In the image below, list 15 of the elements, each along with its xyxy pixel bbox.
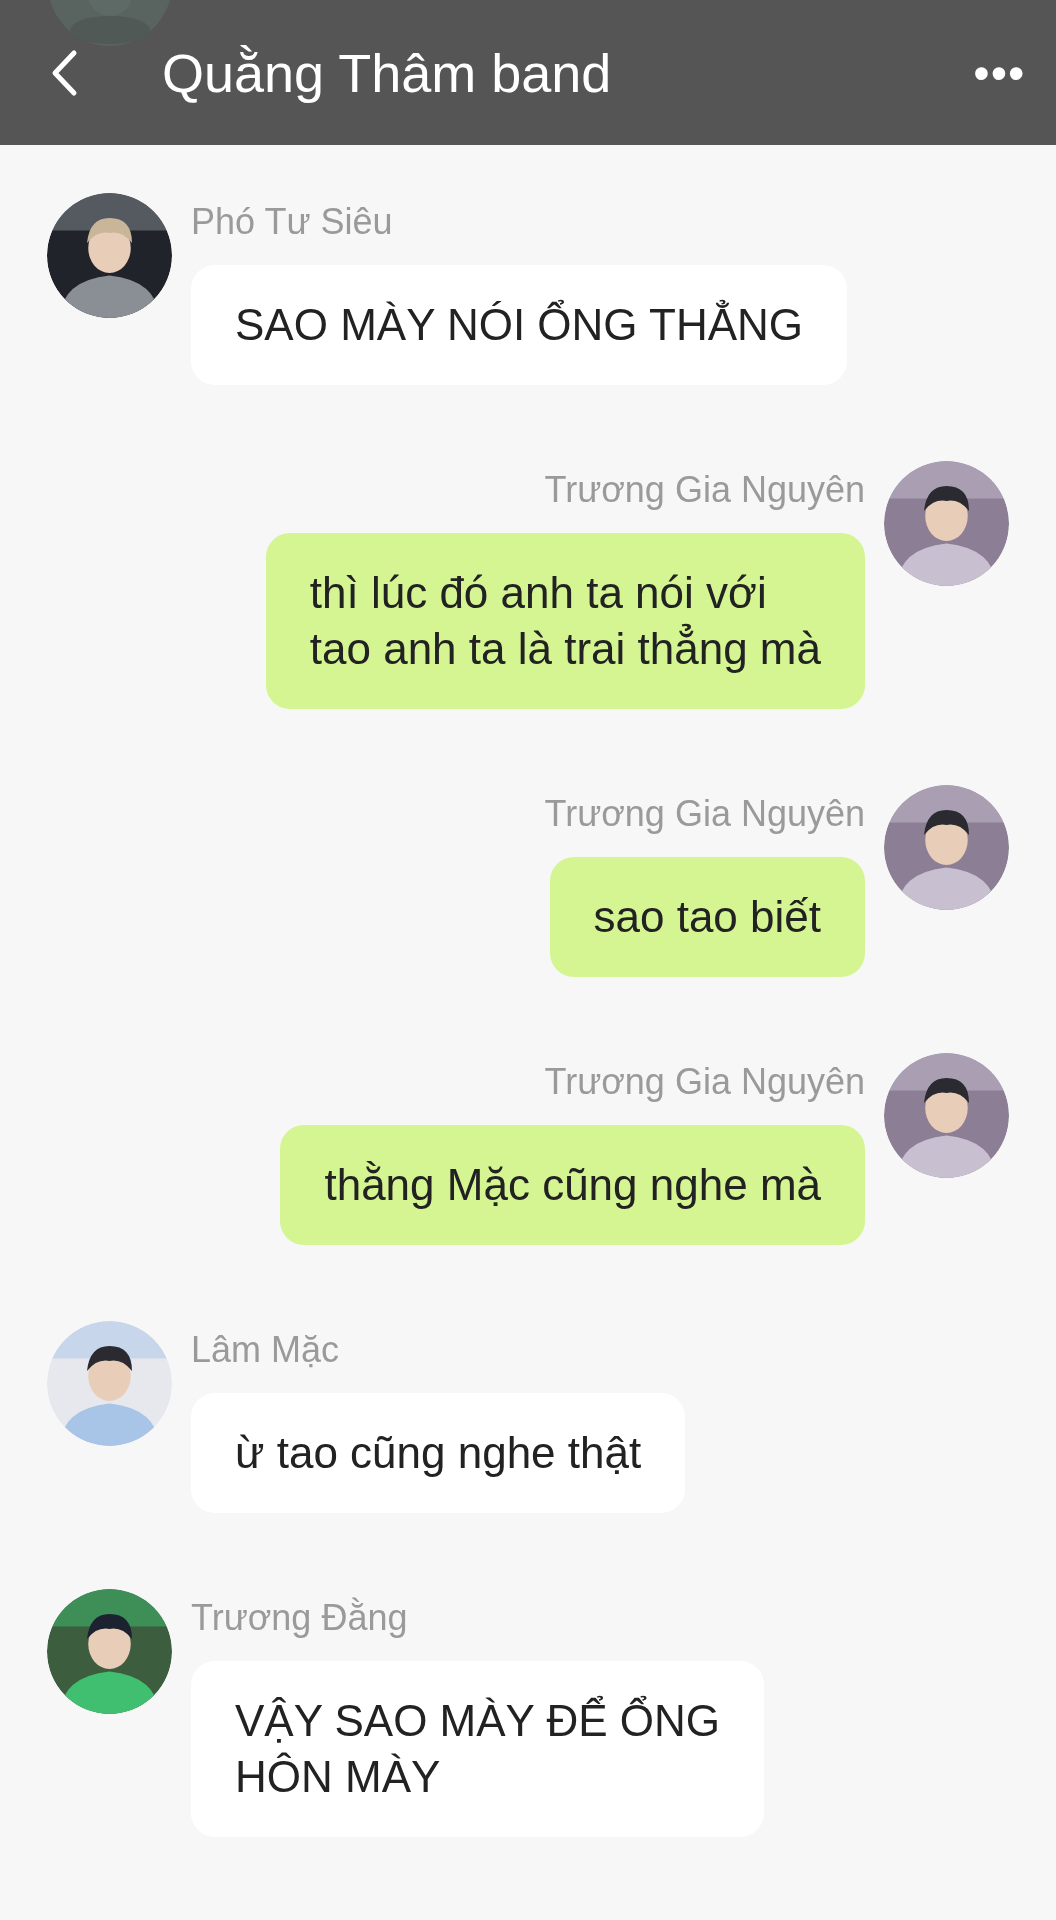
chat-title: Quằng Thâm band bbox=[162, 41, 612, 105]
sender-name: Trương Gia Nguyên bbox=[544, 793, 865, 835]
sender-name: Phó Tư Siêu bbox=[191, 201, 393, 243]
back-icon bbox=[50, 48, 78, 97]
sender-name: Trương Gia Nguyên bbox=[544, 469, 865, 511]
message-bubble: VẬY SAO MÀY ĐỂ ỔNG HÔN MÀY bbox=[191, 1661, 764, 1837]
sender-name: Lâm Mặc bbox=[191, 1329, 340, 1371]
message-bubble: ừ tao cũng nghe thật bbox=[191, 1393, 686, 1513]
message-bubble: thằng Mặc cũng nghe mà bbox=[280, 1125, 865, 1245]
sender-name: Trương Gia Nguyên bbox=[544, 1061, 865, 1103]
message-bubble: sao tao biết bbox=[549, 857, 865, 977]
message-bubble: SAO MÀY NÓI ỔNG THẲNG bbox=[191, 265, 848, 385]
more-button[interactable]: ••• bbox=[973, 50, 1026, 95]
sender-name: Trương Đằng bbox=[191, 1597, 408, 1639]
message-bubble: thì lúc đó anh ta nói với tao anh ta là trai thẳng mà bbox=[265, 533, 865, 709]
